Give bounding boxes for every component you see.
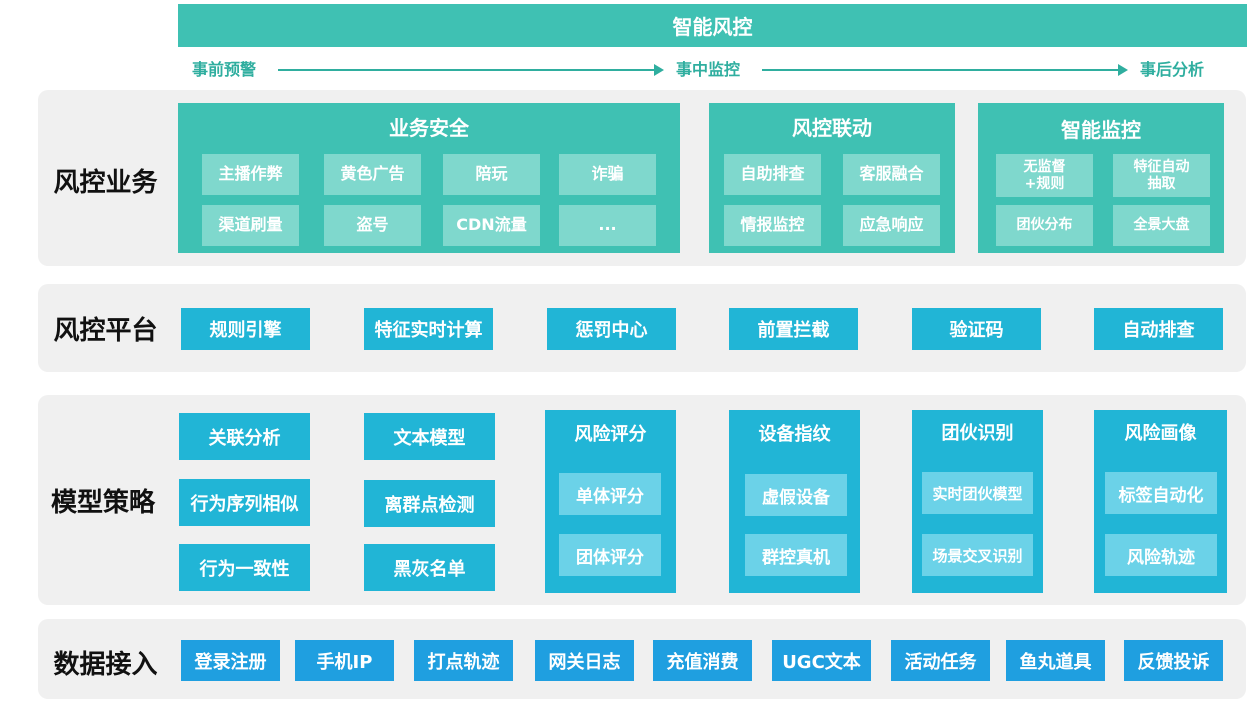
monitoring-item: 无监督 +规则 [996,154,1093,197]
business-item: CDN流量 [443,205,540,246]
model-item: 关联分析 [179,413,310,460]
model-item: 文本模型 [364,413,495,460]
model-column-item: 单体评分 [559,473,661,515]
model-column-item: 群控真机 [745,534,847,576]
model-item: 黑灰名单 [364,544,495,591]
banner-title: 智能风控 [672,15,753,39]
business-item: 陪玩 [443,154,540,195]
linkage-item: 自助排查 [724,154,821,195]
data-source-item: 鱼丸道具 [1006,640,1105,681]
monitoring-item: 特征自动 抽取 [1113,154,1210,197]
data-source-item: 反馈投诉 [1124,640,1223,681]
phase-during: 事中监控 [676,60,741,79]
data-source-item: 充值消费 [653,640,752,681]
group-title: 风控联动 [792,115,872,140]
flow-arrow-2-line [762,69,1120,71]
platform-item: 惩罚中心 [547,308,676,350]
model-column-item: 实时团伙模型 [922,472,1033,514]
data-source-item: 手机IP [295,640,394,681]
business-item: 渠道刷量 [202,205,299,246]
model-column-title: 风险评分 [574,424,647,445]
business-item: 主播作弊 [202,154,299,195]
model-column-item: 标签自动化 [1105,472,1217,514]
model-row-label: 模型策略 [50,487,155,518]
top-banner: 智能风控 [178,4,1247,47]
platform-item: 特征实时计算 [364,308,493,350]
linkage-item: 客服融合 [843,154,940,195]
data-row-label: 数据接入 [53,649,158,680]
flow-arrow-2-head [1118,64,1128,76]
data-source-item: 打点轨迹 [414,640,513,681]
linkage-item: 情报监控 [724,205,821,246]
business-item: ... [559,205,656,246]
data-source-item: UGC文本 [772,640,871,681]
monitoring-item: 全景大盘 [1113,205,1210,246]
platform-item: 前置拦截 [729,308,858,350]
model-item: 行为一致性 [179,544,310,591]
platform-item: 验证码 [912,308,1041,350]
flow-arrow-1-line [278,69,656,71]
model-item: 离群点检测 [364,480,495,527]
monitoring-item: 团伙分布 [996,205,1093,246]
model-column-item: 场景交叉识别 [922,534,1033,576]
platform-item: 规则引擎 [181,308,310,350]
business-item: 盗号 [324,205,421,246]
data-source-item: 网关日志 [535,640,634,681]
model-column-title: 团伙识别 [941,423,1014,444]
group-title: 智能监控 [1061,117,1141,142]
model-column-title: 风险画像 [1124,423,1197,444]
business-item: 诈骗 [559,154,656,195]
business-item: 黄色广告 [324,154,421,195]
model-column-item: 团体评分 [559,534,661,576]
flow-arrow-1-head [654,64,664,76]
model-item: 行为序列相似 [179,479,310,526]
platform-row-label: 风控平台 [53,315,158,346]
business-row-label: 风控业务 [53,167,158,198]
model-column-item: 虚假设备 [745,474,847,516]
phase-before: 事前预警 [192,60,257,79]
linkage-item: 应急响应 [843,205,940,246]
model-column-item: 风险轨迹 [1105,534,1217,576]
platform-item: 自动排查 [1094,308,1223,350]
model-column-title: 设备指纹 [758,424,831,445]
data-source-item: 活动任务 [891,640,990,681]
phase-after: 事后分析 [1140,60,1205,79]
group-title: 业务安全 [389,115,469,140]
data-source-item: 登录注册 [181,640,280,681]
